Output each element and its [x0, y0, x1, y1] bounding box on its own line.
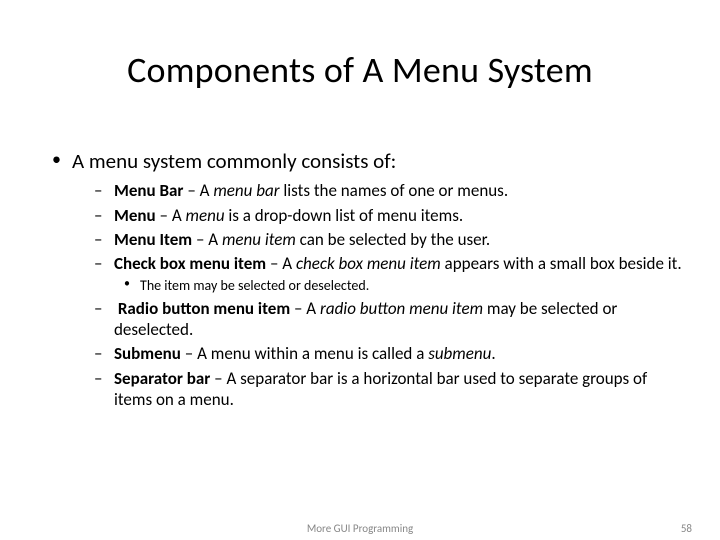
rest: can be selected by the user. — [296, 229, 490, 250]
term: Radio button menu item — [118, 298, 290, 319]
term: Submenu — [114, 343, 181, 364]
term: Menu Item — [114, 229, 192, 250]
em: menu — [186, 205, 225, 226]
item-menu-bar: Menu Bar – A menu bar lists the names of… — [72, 180, 684, 201]
em: menu item — [222, 229, 296, 250]
item-separator-bar: Separator bar – A separator bar is a hor… — [72, 368, 684, 411]
term: Check box menu item — [114, 253, 266, 274]
bullet-list-level3: The item may be selected or deselected. — [114, 277, 684, 295]
item-radio-menu-item: Radio button menu item – A radio button … — [72, 298, 684, 341]
sep: – A — [266, 253, 296, 274]
sep: – A — [192, 229, 222, 250]
slide-body: A menu system commonly consists of: Menu… — [48, 148, 684, 416]
rest: . — [491, 343, 495, 364]
slide-title: Components of A Menu System — [0, 48, 720, 92]
rest: lists the names of one or menus. — [280, 180, 509, 201]
bullet-list-level1: A menu system commonly consists of: Menu… — [48, 148, 684, 410]
em: menu bar — [213, 180, 279, 201]
sep: – A menu within a menu is called a — [181, 343, 428, 364]
intro-bullet: A menu system commonly consists of: Menu… — [48, 148, 684, 410]
item-submenu: Submenu – A menu within a menu is called… — [72, 343, 684, 364]
bullet-list-level2: Menu Bar – A menu bar lists the names of… — [72, 180, 684, 410]
rest: is a drop-down list of menu items. — [225, 205, 464, 226]
item-menu-item: Menu Item – A menu item can be selected … — [72, 229, 684, 250]
sep: – A — [156, 205, 186, 226]
page-number: 58 — [681, 522, 692, 535]
em: submenu — [428, 343, 491, 364]
item-checkbox-menu-item: Check box menu item – A check box menu i… — [72, 253, 684, 295]
slide: Components of A Menu System A menu syste… — [0, 0, 720, 540]
item-menu: Menu – A menu is a drop-down list of men… — [72, 205, 684, 226]
em: radio button menu item — [320, 298, 483, 319]
em: check box menu item — [296, 253, 441, 274]
sep: – A — [183, 180, 213, 201]
item-checkbox-subnote: The item may be selected or deselected. — [114, 277, 684, 295]
sep: – A — [290, 298, 320, 319]
term: Menu — [114, 205, 156, 226]
intro-text: A menu system commonly consists of: — [72, 148, 396, 174]
rest: appears with a small box beside it. — [441, 253, 682, 274]
footer-text: More GUI Programming — [0, 522, 720, 535]
term: Menu Bar — [114, 180, 183, 201]
term: Separator bar — [114, 368, 210, 389]
